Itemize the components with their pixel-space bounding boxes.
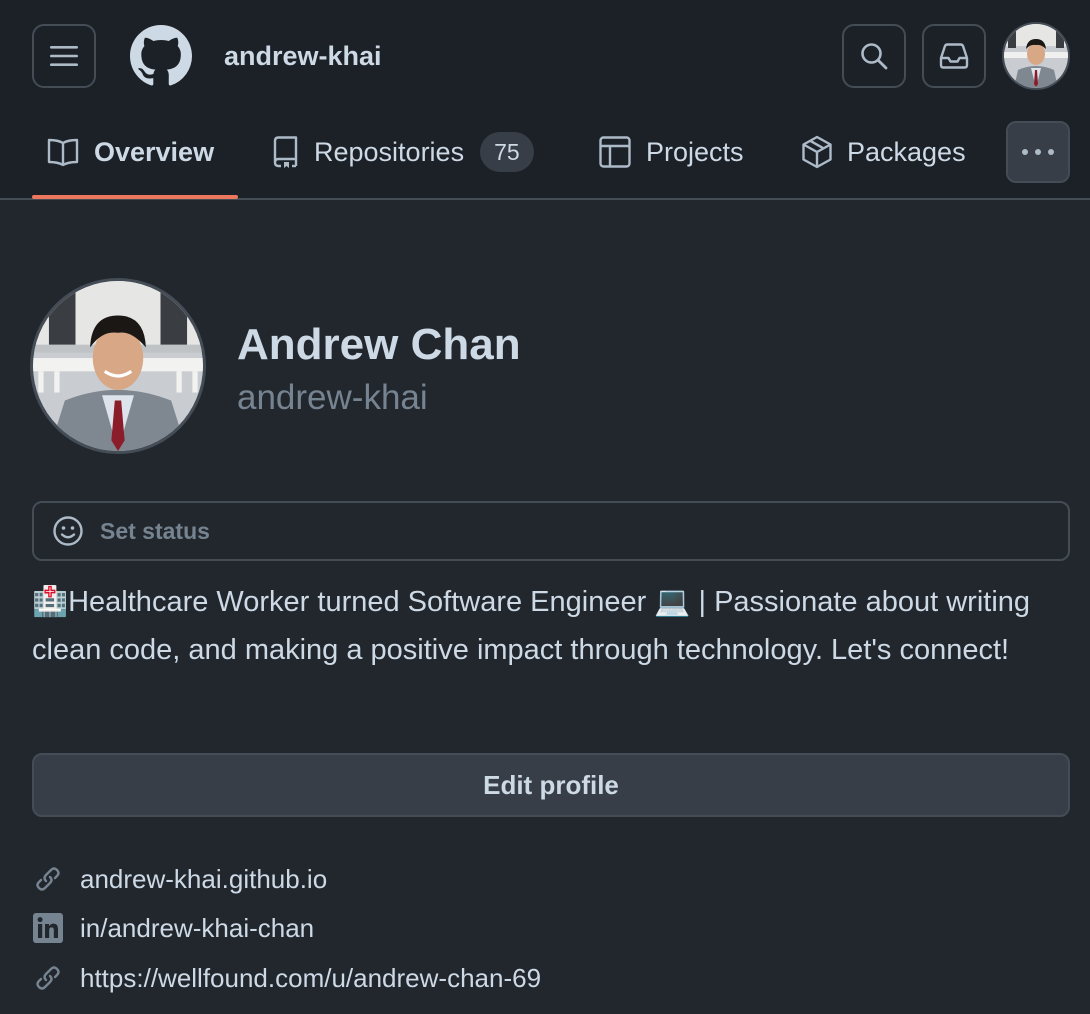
search-icon bbox=[861, 43, 888, 70]
tab-label: Packages bbox=[847, 136, 966, 167]
hospital-emoji: 🏥 bbox=[32, 586, 69, 618]
tab-projects[interactable]: Projects bbox=[598, 118, 744, 186]
avatar-photo bbox=[33, 281, 203, 451]
tab-label: Projects bbox=[646, 136, 744, 167]
set-status-label: Set status bbox=[100, 517, 210, 544]
bio-text-1: Healthcare Worker turned Software Engine… bbox=[68, 586, 655, 618]
repositories-count-badge: 75 bbox=[480, 132, 534, 172]
laptop-emoji: 💻 bbox=[654, 586, 691, 618]
tab-repositories[interactable]: Repositories 75 bbox=[270, 118, 534, 186]
header-title[interactable]: andrew-khai bbox=[224, 38, 382, 74]
book-icon bbox=[47, 138, 79, 167]
menu-button[interactable] bbox=[32, 24, 96, 88]
linkedin-link-row: in/andrew-khai-chan bbox=[32, 908, 314, 948]
linkedin-icon bbox=[33, 913, 63, 943]
inbox-icon bbox=[939, 43, 969, 69]
avatar-photo bbox=[1004, 24, 1068, 88]
wellfound-link-row: https://wellfound.com/u/andrew-chan-69 bbox=[32, 958, 541, 998]
user-avatar-large[interactable] bbox=[30, 278, 206, 454]
tab-overview[interactable]: Overview bbox=[46, 118, 214, 186]
tab-label: Overview bbox=[94, 136, 215, 167]
repo-icon bbox=[273, 136, 298, 168]
linkedin-link[interactable]: in/andrew-khai-chan bbox=[80, 913, 314, 944]
website-link[interactable]: andrew-khai.github.io bbox=[80, 864, 327, 895]
active-tab-indicator bbox=[32, 195, 238, 199]
hamburger-menu-icon bbox=[50, 46, 78, 66]
profile-bio: 🏥Healthcare Worker turned Software Engin… bbox=[32, 578, 1072, 674]
inbox-button[interactable] bbox=[922, 24, 986, 88]
link-icon bbox=[36, 966, 60, 990]
profile-name: Andrew Chan bbox=[237, 320, 521, 369]
package-icon bbox=[802, 135, 832, 169]
search-button[interactable] bbox=[842, 24, 906, 88]
top-header: andrew-khai Overview Repositories 75 Pro… bbox=[0, 0, 1090, 200]
smiley-icon bbox=[53, 516, 83, 546]
user-avatar-small[interactable] bbox=[1002, 22, 1070, 90]
tab-label: Repositories bbox=[314, 136, 465, 167]
github-logo[interactable] bbox=[130, 25, 192, 87]
link-icon bbox=[36, 867, 60, 891]
profile-login: andrew-khai bbox=[237, 378, 428, 417]
table-icon bbox=[599, 136, 631, 168]
set-status-button[interactable]: Set status bbox=[32, 501, 1070, 561]
more-tabs-button[interactable] bbox=[1006, 121, 1070, 183]
kebab-horizontal-icon bbox=[1022, 149, 1054, 155]
tab-packages[interactable]: Packages bbox=[801, 118, 966, 186]
edit-profile-button[interactable]: Edit profile bbox=[32, 753, 1070, 817]
wellfound-link[interactable]: https://wellfound.com/u/andrew-chan-69 bbox=[80, 963, 541, 994]
website-link-row: andrew-khai.github.io bbox=[32, 859, 327, 899]
